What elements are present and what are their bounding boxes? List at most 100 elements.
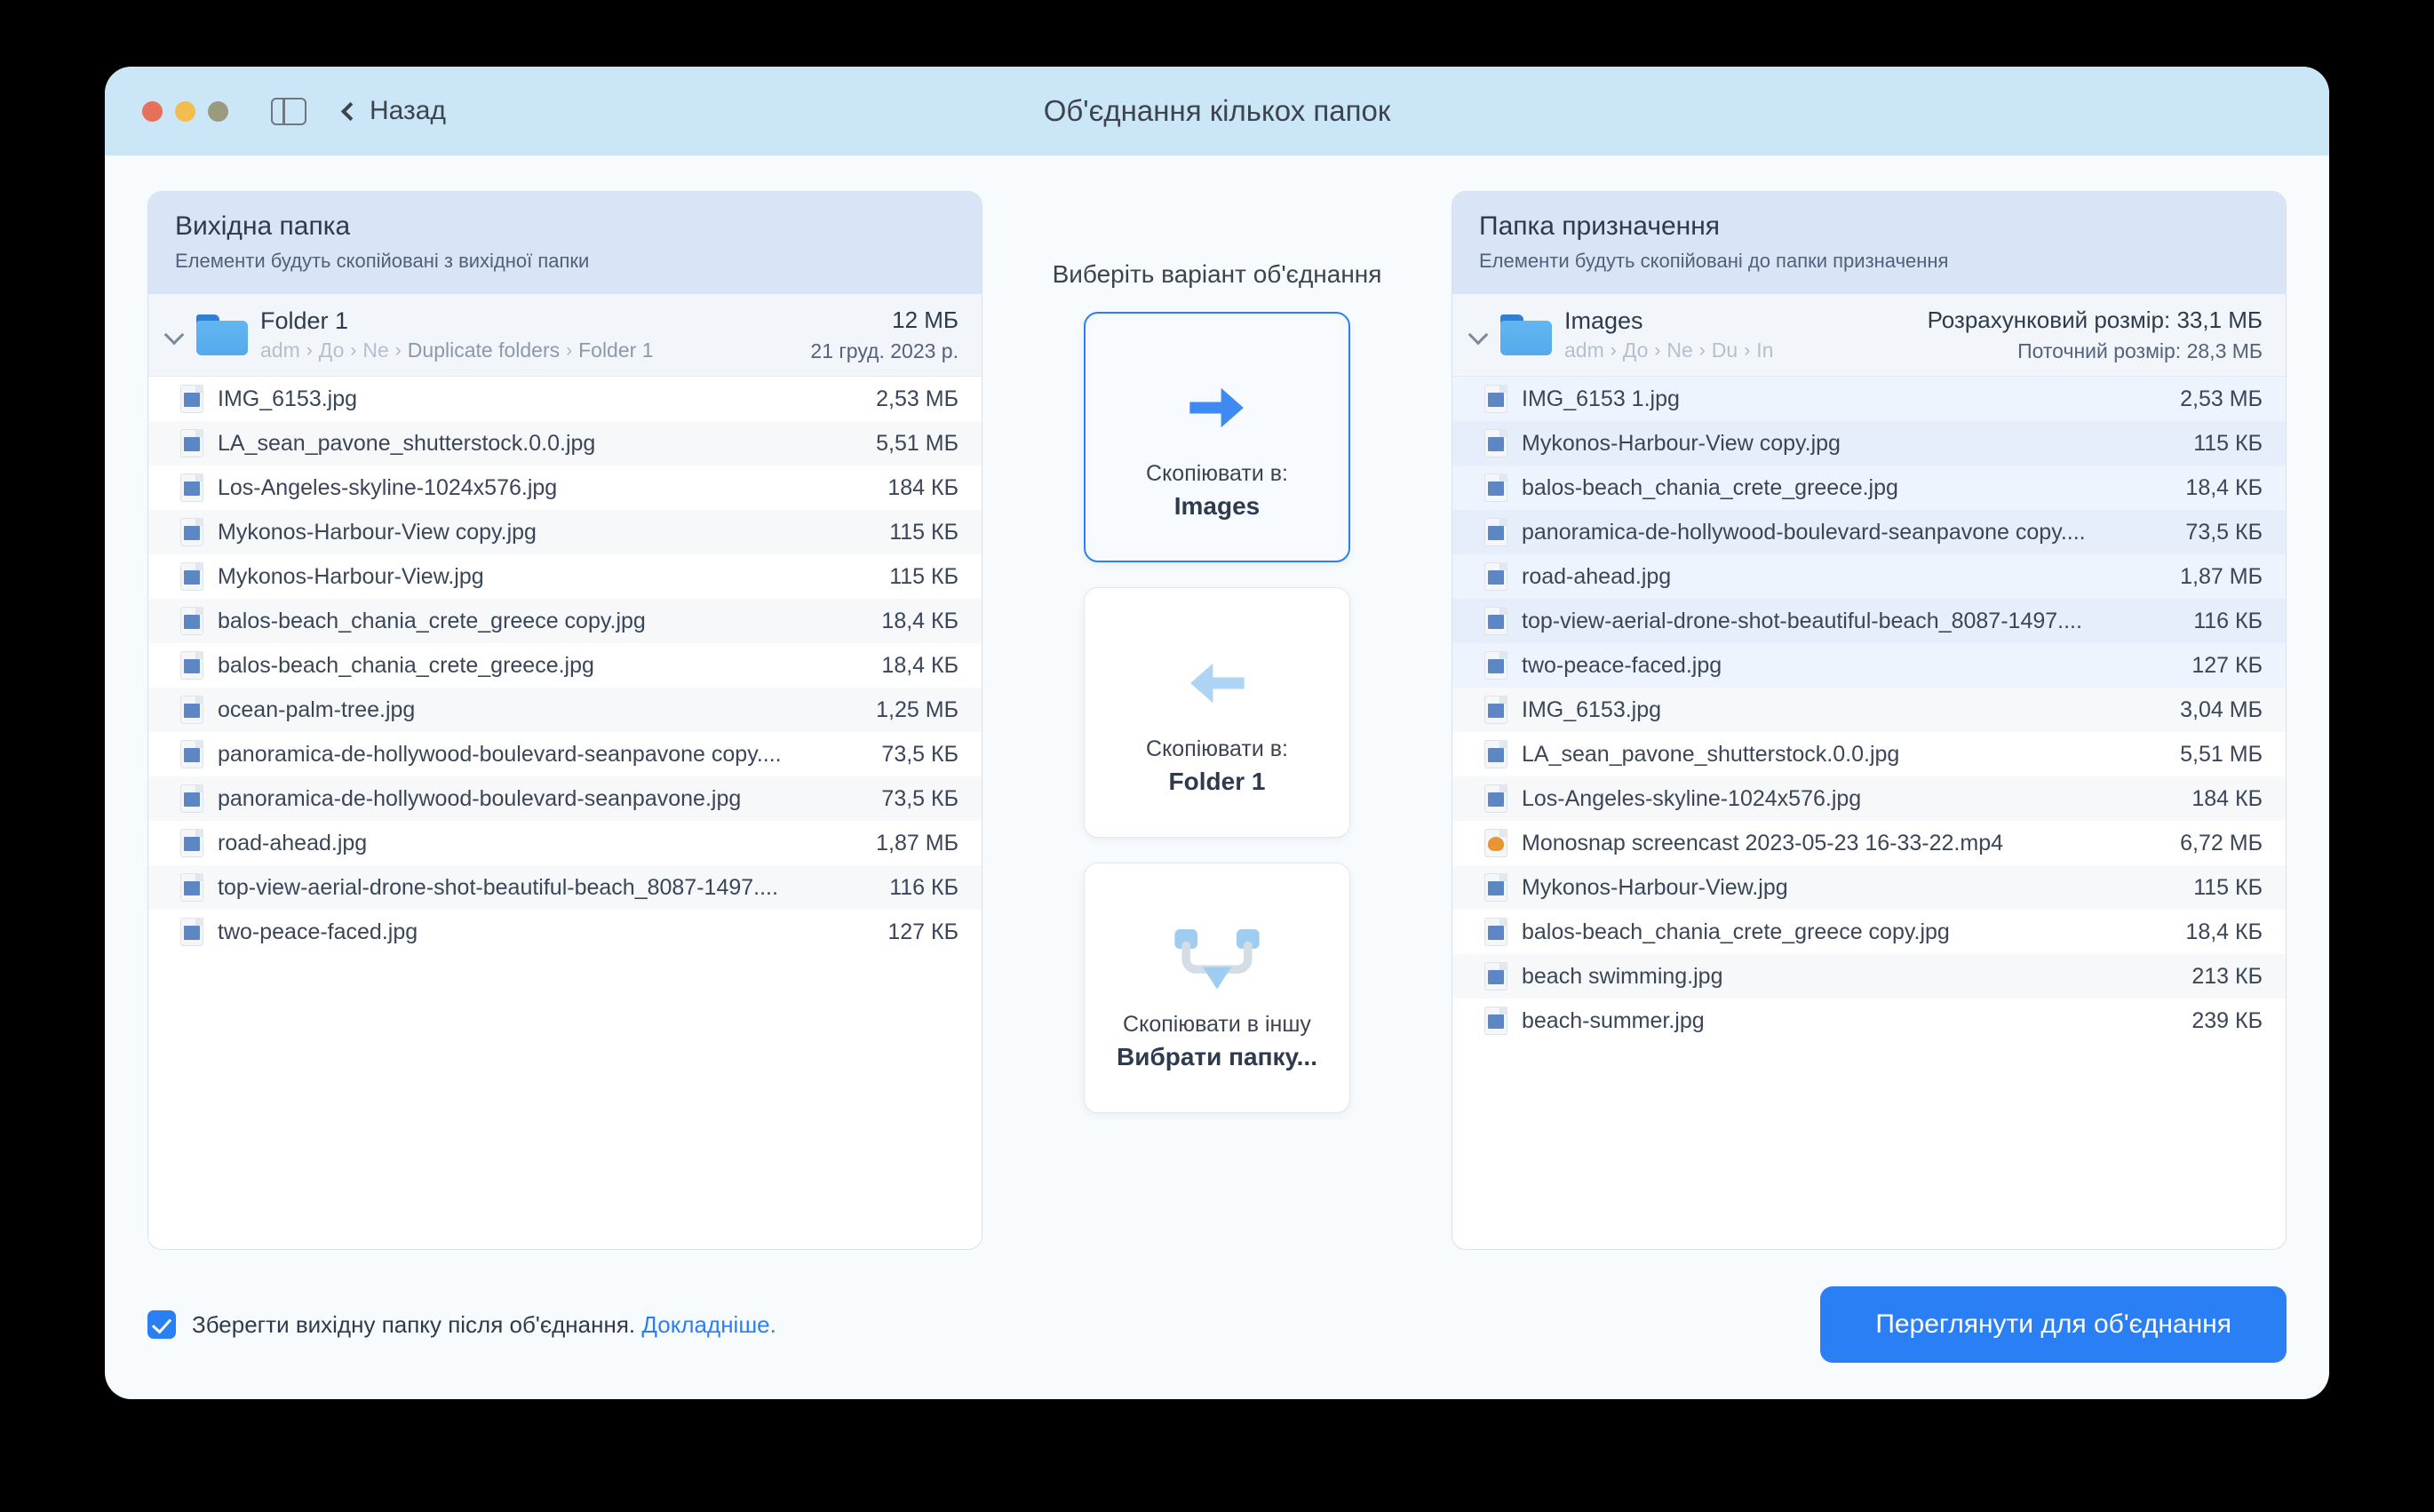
destination-folder-name: Images xyxy=(1564,307,1643,334)
file-row[interactable]: road-ahead.jpg 1,87 МБ xyxy=(1452,554,2286,599)
back-button-label: Назад xyxy=(370,96,446,125)
breadcrumb-item[interactable]: До xyxy=(1623,338,1649,362)
merge-option-card-3[interactable]: Скопіювати в іншу Вибрати папку... xyxy=(1084,863,1350,1113)
merge-option-card-1[interactable]: Скопіювати в: Images xyxy=(1084,312,1350,562)
learn-more-link[interactable]: Докладніше. xyxy=(641,1311,776,1338)
file-row[interactable]: LA_sean_pavone_shutterstock.0.0.jpg 5,51 … xyxy=(148,421,982,466)
file-name: panoramica-de-hollywood-boulevard-seanpa… xyxy=(218,785,742,811)
image-file-icon xyxy=(180,429,203,458)
file-row[interactable]: panoramica-de-hollywood-boulevard-seanpa… xyxy=(148,732,982,776)
breadcrumb-item[interactable]: Folder 1 xyxy=(578,338,653,362)
file-row[interactable]: ocean-palm-tree.jpg 1,25 МБ xyxy=(148,688,982,732)
breadcrumb-item[interactable]: Du xyxy=(1712,338,1738,362)
file-row[interactable]: balos-beach_chania_crete_greece copy.jpg… xyxy=(148,599,982,643)
file-row[interactable]: Mykonos-Harbour-View copy.jpg 115 КБ xyxy=(148,510,982,554)
file-row[interactable]: top-view-aerial-drone-shot-beautiful-bea… xyxy=(148,865,982,910)
file-row[interactable]: balos-beach_chania_crete_greece.jpg 18,4 … xyxy=(1452,466,2286,510)
minimize-button[interactable] xyxy=(175,100,195,122)
breadcrumb-item[interactable]: In xyxy=(1756,338,1773,362)
sidebar-toggle-icon[interactable] xyxy=(271,97,306,125)
keep-source-checkbox[interactable] xyxy=(147,1310,176,1339)
breadcrumb-item[interactable]: adm xyxy=(1564,338,1604,362)
file-name: Mykonos-Harbour-View.jpg xyxy=(218,563,484,589)
image-file-icon xyxy=(1484,873,1507,902)
merge-option-label-top: Скопіювати в: xyxy=(1146,736,1288,761)
back-button[interactable]: Назад xyxy=(340,96,446,126)
file-size: 115 КБ xyxy=(889,563,958,589)
image-file-icon xyxy=(1484,518,1507,546)
image-file-icon xyxy=(1484,562,1507,591)
file-row[interactable]: two-peace-faced.jpg 127 КБ xyxy=(1452,643,2286,688)
file-size: 116 КБ xyxy=(2193,608,2263,633)
file-row[interactable]: beach swimming.jpg 213 КБ xyxy=(1452,954,2286,999)
breadcrumb-item[interactable]: До xyxy=(319,338,345,362)
file-row[interactable]: panoramica-de-hollywood-boulevard-seanpa… xyxy=(148,776,982,821)
file-name: IMG_6153.jpg xyxy=(1522,696,1662,722)
file-row[interactable]: Los-Angeles-skyline-1024x576.jpg 184 КБ xyxy=(148,466,982,510)
file-row[interactable]: balos-beach_chania_crete_greece copy.jpg… xyxy=(1452,910,2286,954)
video-file-icon xyxy=(1484,829,1507,857)
merge-option-label-bottom: Images xyxy=(1173,491,1261,520)
file-name: Monosnap screencast 2023-05-23 16-33-22.… xyxy=(1522,830,2004,855)
breadcrumb-separator: › xyxy=(566,339,573,361)
source-panel: Вихідна папка Елементи будуть скопійован… xyxy=(147,191,982,1250)
file-row[interactable]: IMG_6153.jpg 3,04 МБ xyxy=(1452,688,2286,732)
footer-bar: Зберегти вихідну папку після об'єднання.… xyxy=(105,1250,2329,1399)
file-name: road-ahead.jpg xyxy=(1522,563,1672,589)
chevron-down-icon[interactable] xyxy=(164,325,184,345)
file-size: 3,04 МБ xyxy=(2180,696,2263,722)
chevron-down-icon[interactable] xyxy=(1468,325,1488,345)
arrow-left-icon xyxy=(1176,630,1258,736)
file-size: 184 КБ xyxy=(887,474,958,500)
review-merge-button[interactable]: Переглянути для об'єднання xyxy=(1820,1286,2287,1363)
source-panel-subtitle: Елементи будуть скопійовані з вихідної п… xyxy=(175,250,590,272)
source-folder-date: 21 груд. 2023 р. xyxy=(810,339,958,362)
image-file-icon xyxy=(180,784,203,813)
image-file-icon xyxy=(1484,607,1507,635)
image-file-icon xyxy=(180,918,203,946)
source-folder-row[interactable]: Folder 1 adm › До › Ne › Duplicate folders › Fol… xyxy=(148,294,982,377)
file-name: road-ahead.jpg xyxy=(218,830,368,855)
destination-folder-info: Розрахунковий розмір: 33,1 МБ Поточний р… xyxy=(1928,306,2263,363)
file-row[interactable]: balos-beach_chania_crete_greece.jpg 18,4 … xyxy=(148,643,982,688)
file-row[interactable]: Monosnap screencast 2023-05-23 16-33-22.… xyxy=(1452,821,2286,865)
file-row[interactable]: LA_sean_pavone_shutterstock.0.0.jpg 5,51 … xyxy=(1452,732,2286,776)
file-size: 115 КБ xyxy=(2193,874,2263,900)
destination-panel-header: Папка призначення Елементи будуть скопій… xyxy=(1452,192,2286,294)
breadcrumb-item[interactable]: Ne xyxy=(1666,338,1692,362)
zoom-button[interactable] xyxy=(208,100,228,122)
file-row[interactable]: Mykonos-Harbour-View.jpg 115 КБ xyxy=(148,554,982,599)
estimated-size: Розрахунковий розмір: 33,1 МБ xyxy=(1927,306,2263,333)
file-name: panoramica-de-hollywood-boulevard-seanpa… xyxy=(218,741,782,767)
merge-option-label-bottom: Folder 1 xyxy=(1168,767,1266,795)
close-button[interactable] xyxy=(142,100,163,122)
file-name: Los-Angeles-skyline-1024x576.jpg xyxy=(1522,785,1862,811)
image-file-icon xyxy=(1484,385,1507,413)
image-file-icon xyxy=(180,829,203,857)
file-row[interactable]: IMG_6153.jpg 2,53 МБ xyxy=(148,377,982,421)
merge-option-card-2[interactable]: Скопіювати в: Folder 1 xyxy=(1084,587,1350,838)
file-row[interactable]: Mykonos-Harbour-View copy.jpg 115 КБ xyxy=(1452,421,2286,466)
image-file-icon xyxy=(180,607,203,635)
destination-file-list[interactable]: IMG_6153 1.jpg 2,53 МБ Mykonos-Harbour-Vie… xyxy=(1452,377,2286,1249)
source-file-list[interactable]: IMG_6153.jpg 2,53 МБ LA_sean_pavone_shutte… xyxy=(148,377,982,1249)
breadcrumb-item[interactable]: adm xyxy=(260,338,300,362)
file-size: 2,53 МБ xyxy=(876,386,958,411)
file-row[interactable]: Mykonos-Harbour-View.jpg 115 КБ xyxy=(1452,865,2286,910)
folder-icon xyxy=(1500,314,1552,355)
breadcrumb-item[interactable]: Ne xyxy=(362,338,388,362)
file-row[interactable]: two-peace-faced.jpg 127 КБ xyxy=(148,910,982,954)
breadcrumb-item[interactable]: Duplicate folders xyxy=(408,338,560,362)
file-row[interactable]: road-ahead.jpg 1,87 МБ xyxy=(148,821,982,865)
file-row[interactable]: panoramica-de-hollywood-boulevard-seanpa… xyxy=(1452,510,2286,554)
file-size: 18,4 КБ xyxy=(881,608,958,633)
file-row[interactable]: top-view-aerial-drone-shot-beautiful-bea… xyxy=(1452,599,2286,643)
source-folder-info: 12 МБ 21 груд. 2023 р. xyxy=(810,306,958,363)
file-size: 2,53 МБ xyxy=(2180,386,2263,411)
file-row[interactable]: beach-summer.jpg 239 КБ xyxy=(1452,999,2286,1043)
image-file-icon xyxy=(180,873,203,902)
file-row[interactable]: IMG_6153 1.jpg 2,53 МБ xyxy=(1452,377,2286,421)
keep-source-checkbox-wrap[interactable]: Зберегти вихідну папку після об'єднання.… xyxy=(147,1310,776,1339)
destination-folder-row[interactable]: Images adm › До › Ne › Du › In Розрахунковий роз… xyxy=(1452,294,2286,377)
file-row[interactable]: Los-Angeles-skyline-1024x576.jpg 184 КБ xyxy=(1452,776,2286,821)
